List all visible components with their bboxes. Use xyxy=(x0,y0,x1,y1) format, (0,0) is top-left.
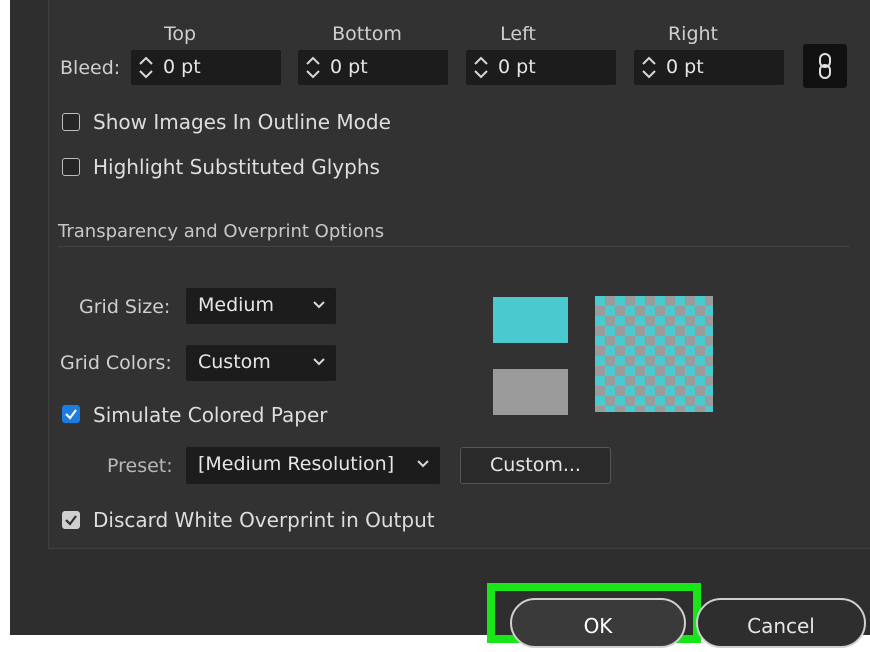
bleed-left-value[interactable]: 0 pt xyxy=(498,56,536,78)
transparency-grid-preview xyxy=(595,296,713,412)
link-bleed-button[interactable] xyxy=(803,44,847,88)
bleed-top-header: Top xyxy=(163,23,197,45)
custom-button[interactable]: Custom... xyxy=(460,447,611,484)
checkmark-icon xyxy=(65,409,77,420)
cancel-button[interactable]: Cancel xyxy=(696,598,866,648)
show-images-outline-label: Show Images In Outline Mode xyxy=(93,110,391,134)
simulate-paper-checkbox[interactable] xyxy=(62,405,80,423)
preset-label: Preset: xyxy=(107,455,173,477)
section-divider xyxy=(58,246,850,247)
bleed-left-header: Left xyxy=(500,23,536,45)
grid-size-value: Medium xyxy=(198,294,274,316)
ok-button[interactable]: OK xyxy=(510,598,686,648)
bleed-top-value[interactable]: 0 pt xyxy=(163,56,201,78)
bleed-label: Bleed: xyxy=(60,57,121,79)
bleed-right-field[interactable]: 0 pt xyxy=(634,50,784,85)
stepper-arrows-icon[interactable] xyxy=(137,53,155,82)
chain-link-icon xyxy=(819,53,831,79)
grid-colors-select[interactable]: Custom xyxy=(186,345,336,381)
simulate-paper-label: Simulate Colored Paper xyxy=(93,403,328,427)
grid-colors-value: Custom xyxy=(198,351,271,373)
bleed-right-value[interactable]: 0 pt xyxy=(666,56,704,78)
checkmark-icon xyxy=(65,515,77,526)
grid-color-1-swatch[interactable] xyxy=(493,297,568,343)
transparency-section-title: Transparency and Overprint Options xyxy=(58,221,385,242)
preset-value: [Medium Resolution] xyxy=(198,453,395,475)
preset-select[interactable]: [Medium Resolution] xyxy=(186,447,440,484)
discard-white-label: Discard White Overprint in Output xyxy=(93,508,435,532)
highlight-glyphs-label: Highlight Substituted Glyphs xyxy=(93,155,380,179)
stepper-arrows-icon[interactable] xyxy=(472,53,490,82)
grid-size-select[interactable]: Medium xyxy=(186,288,336,324)
show-images-outline-checkbox[interactable] xyxy=(62,113,80,131)
stepper-arrows-icon[interactable] xyxy=(640,53,658,82)
grid-colors-label: Grid Colors: xyxy=(60,352,172,374)
bleed-bottom-value[interactable]: 0 pt xyxy=(330,56,368,78)
bleed-top-field[interactable]: 0 pt xyxy=(131,50,281,85)
highlight-glyphs-checkbox[interactable] xyxy=(62,158,80,176)
chevron-down-icon xyxy=(417,460,429,468)
bleed-bottom-field[interactable]: 0 pt xyxy=(298,50,448,85)
grid-size-label: Grid Size: xyxy=(79,296,171,318)
bleed-right-header: Right xyxy=(667,23,719,45)
discard-white-checkbox[interactable] xyxy=(62,511,80,529)
bleed-bottom-header: Bottom xyxy=(332,23,402,45)
chevron-down-icon xyxy=(313,301,325,309)
bleed-left-field[interactable]: 0 pt xyxy=(466,50,616,85)
grid-color-2-swatch[interactable] xyxy=(493,369,568,415)
chevron-down-icon xyxy=(313,358,325,366)
stepper-arrows-icon[interactable] xyxy=(304,53,322,82)
